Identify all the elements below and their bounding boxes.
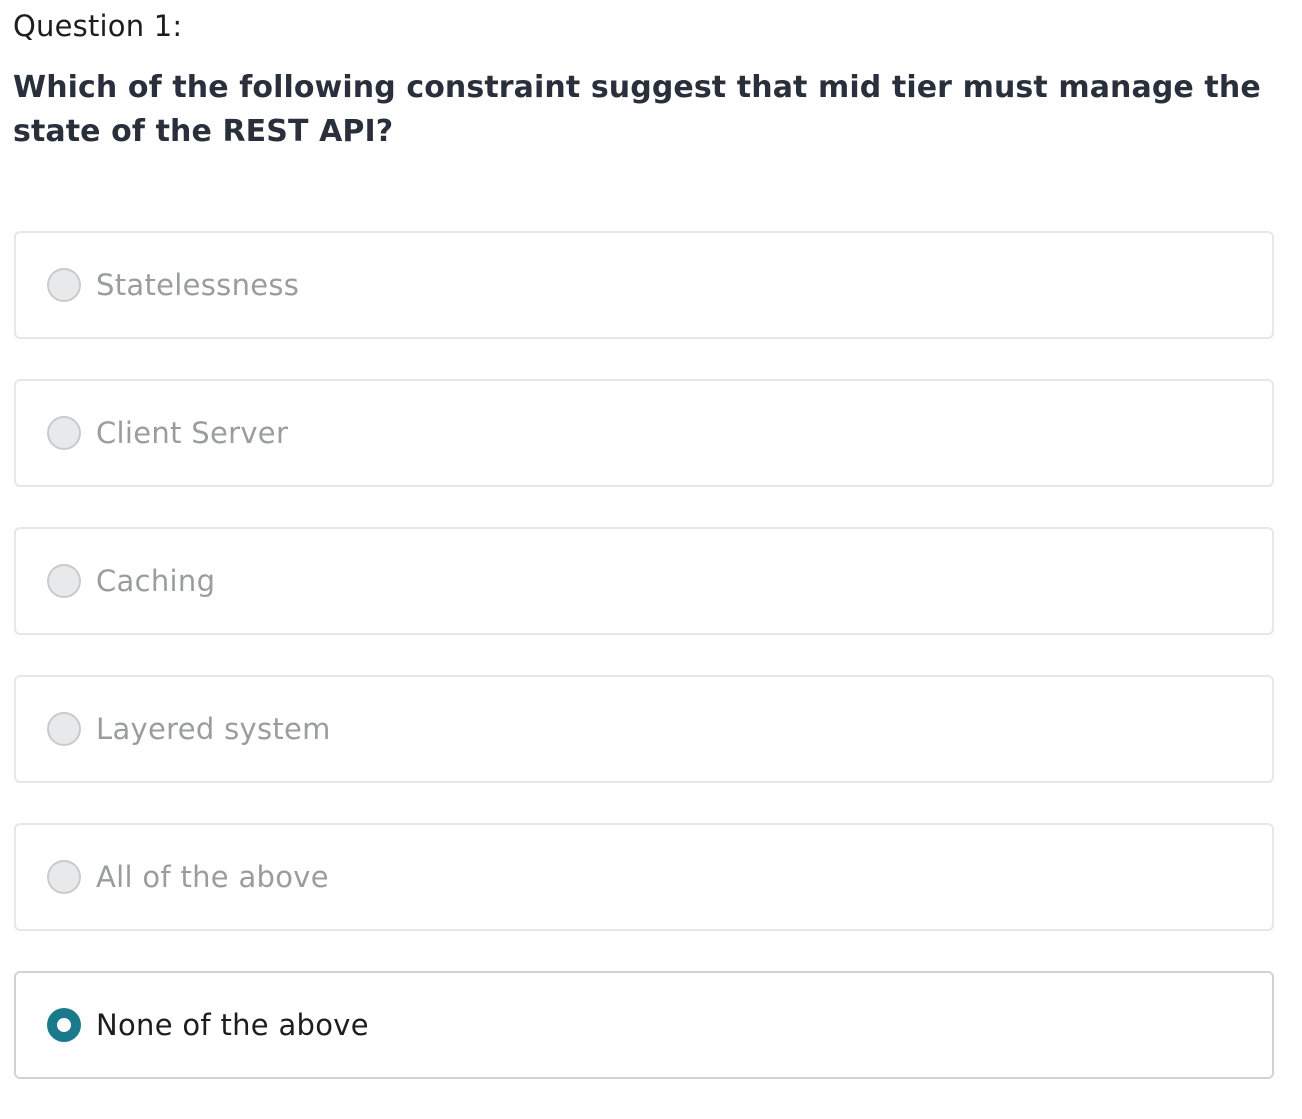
answer-option-label: None of the above (96, 1008, 369, 1042)
answer-option-label: Layered system (96, 712, 331, 746)
answer-option-label: Statelessness (96, 268, 300, 302)
answer-option-statelessness[interactable]: Statelessness (14, 231, 1274, 339)
radio-button-icon[interactable] (47, 268, 81, 302)
radio-button-icon[interactable] (47, 712, 81, 746)
question-text: Which of the following constraint sugges… (13, 70, 1261, 149)
answer-option-all-of-the-above[interactable]: All of the above (14, 823, 1274, 931)
answer-option-caching[interactable]: Caching (14, 527, 1274, 635)
radio-button-icon[interactable] (47, 416, 81, 450)
answer-option-label: Client Server (96, 416, 289, 450)
answer-option-none-of-the-above[interactable]: None of the above (14, 971, 1274, 1079)
answer-option-client-server[interactable]: Client Server (14, 379, 1274, 487)
radio-button-icon[interactable] (47, 860, 81, 894)
radio-button-checked-icon[interactable] (47, 1008, 81, 1042)
answer-options: Statelessness Client Server Caching Laye… (14, 231, 1274, 1119)
answer-option-label: All of the above (96, 860, 329, 894)
answer-option-layered-system[interactable]: Layered system (14, 675, 1274, 783)
question-number: Question 1: (13, 9, 183, 43)
answer-option-label: Caching (96, 564, 216, 598)
radio-button-icon[interactable] (47, 564, 81, 598)
